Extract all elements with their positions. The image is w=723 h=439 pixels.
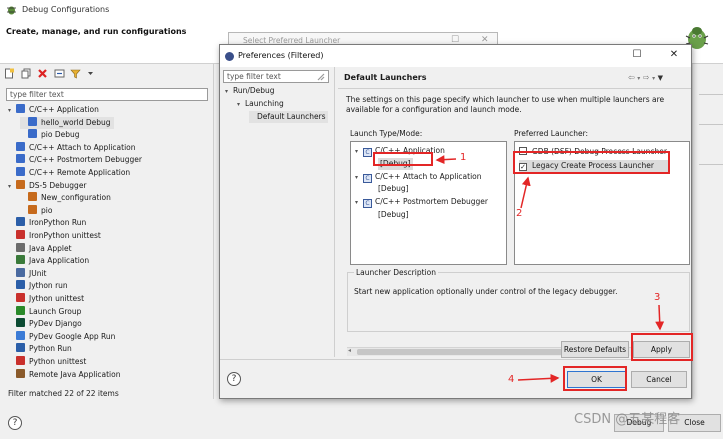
- watermark: CSDN @五某程客: [574, 412, 681, 427]
- annotation-number-4: 4: [508, 374, 515, 385]
- annotation-arrows: [435, 155, 665, 383]
- arrow-step1: [435, 155, 457, 165]
- annotation-number-3: 3: [654, 292, 661, 303]
- arrow-step2: [520, 176, 531, 209]
- arrow-step3: [655, 304, 665, 331]
- annotation-number-1: 1: [460, 152, 467, 163]
- annotation-number-2: 2: [516, 208, 523, 219]
- arrow-step4: [517, 373, 560, 383]
